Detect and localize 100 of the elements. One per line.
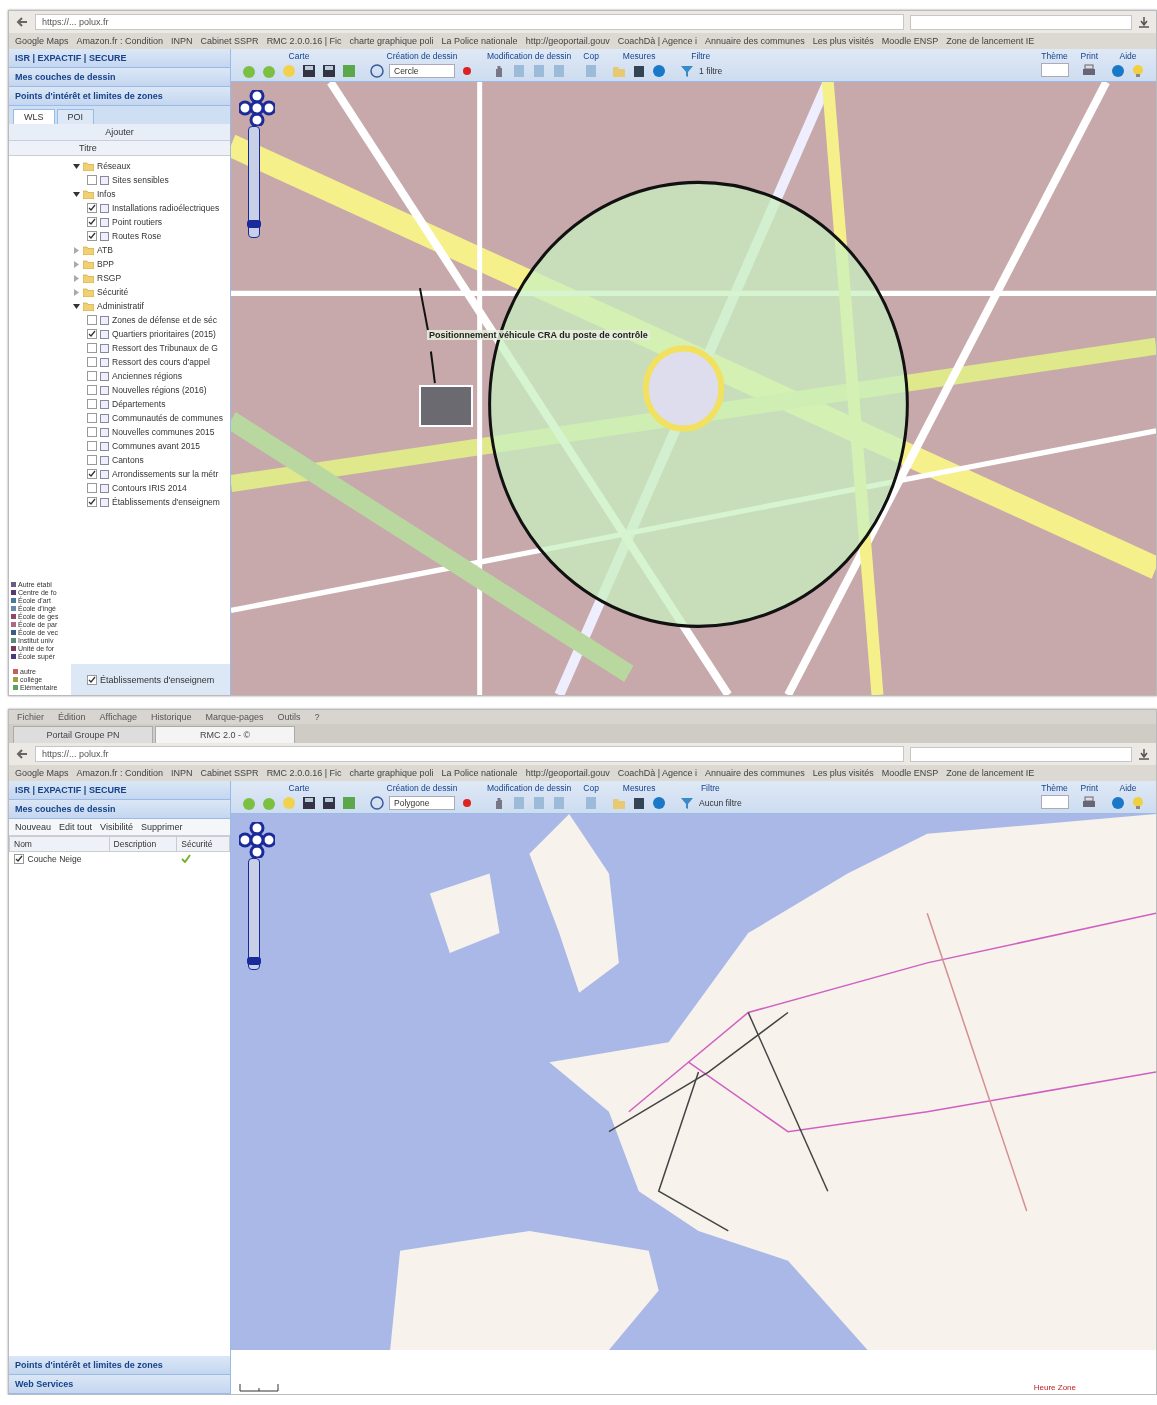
bookmark-link[interactable]: Amazon.fr : Condition (76, 36, 164, 46)
bookmark-link[interactable]: Cabinet SSPR (200, 768, 259, 778)
layer-label[interactable]: Nouvelles communes 2015 (112, 427, 215, 437)
layer-label[interactable]: Cantons (112, 455, 144, 465)
menu-item[interactable]: Édition (58, 712, 86, 722)
panel-header[interactable]: Mes couches de dessin (9, 800, 230, 819)
table-cell: Couche Neige (27, 854, 82, 864)
folder-label[interactable]: Réseaux (97, 161, 131, 171)
folder-label[interactable]: Infos (97, 189, 116, 199)
address-field[interactable]: https://... polux.fr (35, 746, 904, 762)
bookmark-link[interactable]: Google Maps (15, 36, 69, 46)
panel-header[interactable]: ISR | EXPACTIF | SECURE (9, 781, 230, 800)
toolbar-group-label: Thème (1041, 51, 1068, 61)
bookmark-link[interactable]: Les plus visités (812, 768, 874, 778)
toolbar-group-label: Aide (1119, 783, 1137, 793)
layer-label[interactable]: Zones de défense et de séc (112, 315, 217, 325)
layer-label[interactable]: Nouvelles régions (2016) (112, 385, 207, 395)
action-button[interactable]: Nouveau (15, 822, 52, 832)
column-header: Titre (9, 141, 230, 156)
folder-label[interactable]: ATB (97, 245, 113, 255)
bookmark-link[interactable]: Zone de lancement IE (946, 36, 1035, 46)
action-button[interactable]: Supprimer (140, 822, 183, 832)
bookmark-link[interactable]: http://geoportail.gouv (525, 768, 610, 778)
status-text: Heure Zone (1033, 1383, 1076, 1392)
bookmark-link[interactable]: Les plus visités (812, 36, 874, 46)
bookmark-link[interactable]: Zone de lancement IE (946, 768, 1035, 778)
layer-label[interactable]: Contours IRIS 2014 (112, 483, 187, 493)
bookmark-link[interactable]: Annuaire des communes (705, 36, 805, 46)
menu-item[interactable]: Fichier (17, 712, 44, 722)
toolbar-group-label: Mesures (622, 783, 656, 793)
layer-label[interactable]: Anciennes régions (112, 371, 182, 381)
column-header[interactable]: Sécurité (176, 836, 230, 852)
bookmark-link[interactable]: La Police nationale (441, 36, 518, 46)
menu-item[interactable]: Marque-pages (205, 712, 264, 722)
layer-label[interactable]: Ressort des cours d'appel (112, 357, 210, 367)
layer-label[interactable]: Établissements d'enseignem (112, 497, 220, 507)
panel-tab[interactable]: POI (56, 109, 95, 124)
bookmark-link[interactable]: charte graphique poli (349, 36, 434, 46)
layer-label[interactable]: Installations radioélectriques (112, 203, 220, 213)
folder-label[interactable]: Administratif (97, 301, 144, 311)
toolbar-group-label: Carte (288, 783, 310, 793)
layer-label[interactable]: Départements (112, 399, 166, 409)
toolbar-group-label: Print (1080, 783, 1098, 793)
column-header[interactable]: Description (109, 836, 177, 852)
folder-label[interactable]: BPP (97, 259, 114, 269)
bookmark-link[interactable]: RMC 2.0.0.16 | Fic (266, 36, 342, 46)
browser-tab[interactable]: Portail Groupe PN (13, 726, 153, 743)
panel-header[interactable]: Web Services (9, 1375, 230, 1394)
panel-tab[interactable]: WLS (13, 109, 55, 124)
filter-status: 1 filtre (699, 66, 723, 76)
bookmark-link[interactable]: Annuaire des communes (705, 768, 805, 778)
bookmark-link[interactable]: RMC 2.0.0.16 | Fic (266, 768, 342, 778)
panel-header[interactable]: Points d'intérêt et limites de zones (9, 87, 230, 106)
layer-label[interactable]: Routes Rose (112, 231, 162, 241)
panel-header[interactable]: Mes couches de dessin (9, 68, 230, 87)
toolbar-group-label: Cop (583, 51, 599, 61)
shape-select[interactable]: Polygone (389, 796, 455, 810)
action-button[interactable]: Visibilité (100, 822, 133, 832)
bookmark-link[interactable]: charte graphique poli (349, 768, 434, 778)
bookmark-link[interactable]: Moodle ENSP (881, 768, 939, 778)
address-field[interactable]: https://... polux.fr (35, 14, 904, 30)
menu-item[interactable]: Affichage (99, 712, 137, 722)
layer-label[interactable]: Quartiers prioritaires (2015) (112, 329, 216, 339)
toolbar-group-label: Création de dessin (386, 783, 458, 793)
toolbar-group-label: Print (1080, 51, 1098, 61)
folder-label[interactable]: Sécurité (97, 287, 129, 297)
bookmark-link[interactable]: INPN (171, 768, 193, 778)
bookmark-link[interactable]: Moodle ENSP (881, 36, 939, 46)
panel-header[interactable]: ISR | EXPACTIF | SECURE (9, 49, 230, 68)
panel-header[interactable]: Points d'intérêt et limites de zones (9, 1356, 230, 1375)
bookmark-link[interactable]: CoachDà | Agence i (617, 768, 698, 778)
menu-item[interactable]: ? (314, 712, 320, 722)
bookmark-link[interactable]: Amazon.fr : Condition (76, 768, 164, 778)
menu-item[interactable]: Outils (277, 712, 301, 722)
add-layer-button[interactable]: Ajouter (105, 127, 134, 137)
menu-item[interactable]: Historique (150, 712, 192, 722)
bookmark-link[interactable]: Google Maps (15, 768, 69, 778)
toolbar-group-label: Aide (1119, 51, 1137, 61)
layer-label[interactable]: Établissements d'enseignem (100, 674, 215, 685)
bookmark-link[interactable]: CoachDà | Agence i (617, 36, 698, 46)
bookmark-link[interactable]: INPN (171, 36, 193, 46)
layer-label[interactable]: Point routiers (112, 217, 163, 227)
toolbar-group-label: Cop (583, 783, 599, 793)
layer-label[interactable]: Ressort des Tribunaux de G (112, 343, 218, 353)
bookmark-link[interactable]: http://geoportail.gouv (525, 36, 610, 46)
layer-label[interactable]: Communes avant 2015 (112, 441, 200, 451)
folder-label[interactable]: RSGP (97, 273, 122, 283)
layer-label[interactable]: Arrondissements sur la métr (112, 469, 219, 479)
toolbar-group-label: Thème (1041, 783, 1068, 793)
bookmark-link[interactable]: La Police nationale (441, 768, 518, 778)
shape-select[interactable]: Cercle (389, 64, 455, 78)
toolbar-group-label: Filtre (691, 51, 711, 61)
browser-tab[interactable]: RMC 2.0 - © (155, 726, 295, 743)
callout-label: Positionnement véhicule CRA du poste de contrôle (427, 330, 650, 340)
layer-label[interactable]: Sites sensibles (112, 175, 169, 185)
bookmark-link[interactable]: Cabinet SSPR (200, 36, 259, 46)
action-button[interactable]: Edit tout (59, 822, 93, 832)
layer-label[interactable]: Communautés de communes (112, 413, 224, 423)
toolbar-group-label: Filtre (700, 783, 720, 793)
column-header[interactable]: Nom (9, 836, 110, 852)
